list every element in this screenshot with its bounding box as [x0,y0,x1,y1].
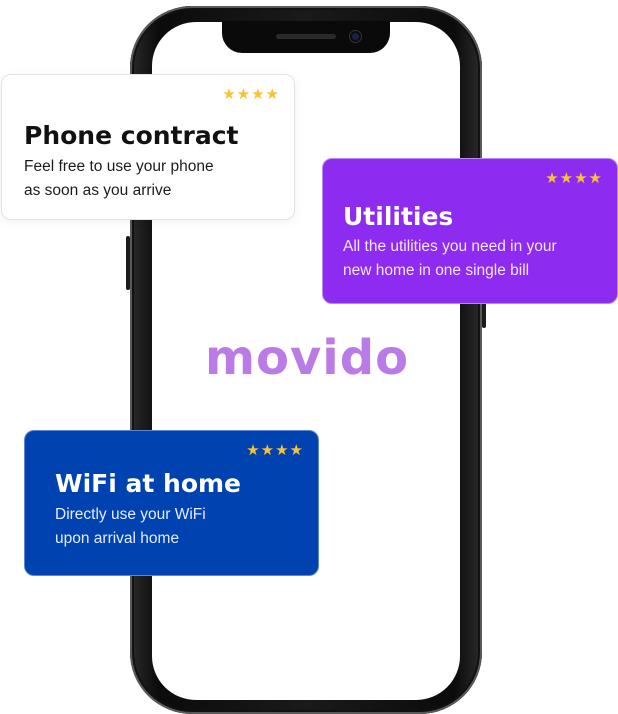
card-description: Directly use your WiFi upon arrival home [55,503,295,551]
card-description-line: Directly use your WiFi [55,506,206,523]
card-title: Utilities [343,202,454,231]
card-description: All the utilities you need in your new h… [343,235,603,283]
rating-stars-icon: ★★★★ [222,85,280,103]
rating-stars-icon: ★★★★ [545,169,603,187]
card-description: Feel free to use your phone as soon as y… [24,155,264,203]
phone-contract-card: ★★★★ Phone contract Feel free to use you… [1,74,295,220]
card-title: WiFi at home [55,469,241,498]
movido-logo: movido [205,330,410,386]
card-description-line: All the utilities you need in your [343,238,557,255]
rating-stars-icon: ★★★★ [246,441,304,459]
card-description-line: new home in one single bill [343,262,530,279]
front-camera-icon [350,31,361,42]
card-description-line: Feel free to use your phone [24,158,214,175]
phone-notch [222,21,390,53]
card-description-line: upon arrival home [55,530,180,547]
card-description-line: as soon as you arrive [24,182,172,199]
wifi-card: ★★★★ WiFi at home Directly use your WiFi… [24,430,319,576]
speaker-grille [276,34,336,39]
utilities-card: ★★★★ Utilities All the utilities you nee… [322,158,618,304]
phone-side-button [126,236,130,290]
card-title: Phone contract [24,121,239,150]
